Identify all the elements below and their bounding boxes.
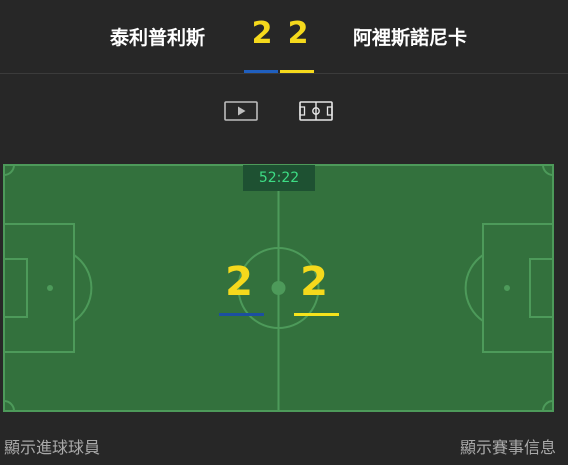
pitch-away-score: 2 xyxy=(300,259,328,305)
pitch-view: 52:22 2 2 xyxy=(3,164,554,412)
pitch-view-button[interactable] xyxy=(299,100,333,122)
match-clock: 52:22 xyxy=(243,165,315,191)
pitch-away-color-bar xyxy=(294,313,339,316)
video-view-button[interactable] xyxy=(224,100,258,122)
show-scorers-link[interactable]: 顯示進球球員 xyxy=(4,434,100,458)
match-header: 泰利普利斯 2 2 阿裡斯諾尼卡 xyxy=(0,0,568,73)
home-score: 2 xyxy=(251,16,273,51)
pitch-home-color-bar xyxy=(219,313,264,316)
show-match-info-link[interactable]: 顯示賽事信息 xyxy=(460,434,556,458)
away-score: 2 xyxy=(287,16,309,51)
away-team-name: 阿裡斯諾尼卡 xyxy=(353,27,468,49)
pitch-home-score: 2 xyxy=(225,259,253,305)
header-divider xyxy=(0,73,568,74)
pitch-field-icon xyxy=(299,101,333,121)
football-pitch xyxy=(3,164,554,412)
home-team-name: 泰利普利斯 xyxy=(110,27,206,49)
play-video-icon xyxy=(224,101,258,121)
